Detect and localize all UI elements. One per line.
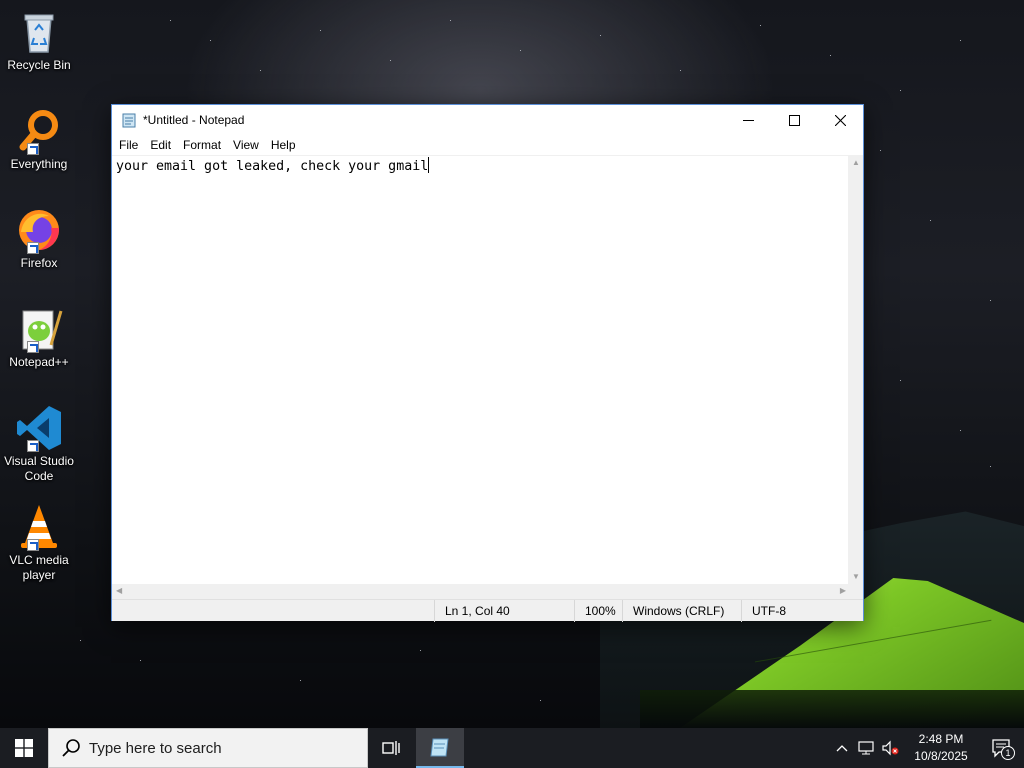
close-button[interactable] [817,105,863,135]
window-title: *Untitled - Notepad [143,113,245,127]
start-button[interactable] [0,728,48,768]
scrollbar-corner [848,584,863,599]
vscode-icon [15,404,63,452]
desktop-icon-recycle-bin[interactable]: Recycle Bin [2,8,76,73]
menu-edit[interactable]: Edit [144,138,177,152]
task-view-icon [382,741,400,755]
menu-help[interactable]: Help [265,138,302,152]
action-center-button[interactable]: 1 [980,728,1024,768]
show-hidden-icons-button[interactable] [830,728,854,768]
scroll-down-icon[interactable]: ▼ [852,572,860,581]
menu-bar: File Edit Format View Help [112,135,863,155]
system-tray: 2:48 PM 10/8/2025 1 [830,728,1024,768]
clock-time: 2:48 PM [918,732,964,746]
status-line-ending: Windows (CRLF) [622,600,742,622]
title-bar[interactable]: *Untitled - Notepad [112,105,863,135]
taskbar-search-box[interactable]: Type here to search [48,728,368,768]
close-icon [834,114,846,126]
desktop-icon-label: Notepad++ [9,355,69,369]
clock[interactable]: 2:48 PM 10/8/2025 [902,731,980,765]
firefox-icon [15,206,63,254]
menu-format[interactable]: Format [177,138,227,152]
network-icon [858,741,874,755]
notification-count-badge: 1 [1001,746,1015,760]
scroll-up-icon[interactable]: ▲ [852,158,860,167]
desktop-icon-vlc[interactable]: VLC media player [2,503,76,583]
horizontal-scrollbar[interactable]: ◀ ▶ [112,584,850,599]
vertical-scrollbar[interactable]: ▲ ▼ [848,155,863,584]
shortcut-arrow-icon [27,242,39,254]
volume-muted-icon [882,740,899,756]
desktop-icon-label: Everything [10,157,68,171]
status-bar: Ln 1, Col 40 100% Windows (CRLF) UTF-8 [112,599,863,622]
maximize-icon [788,114,800,126]
menu-file[interactable]: File [113,138,144,152]
notepad-app-icon [122,113,136,128]
shortcut-arrow-icon [27,440,39,452]
desktop-icon-firefox[interactable]: Firefox [2,206,76,271]
shortcut-arrow-icon [27,539,39,551]
status-encoding: UTF-8 [741,600,851,622]
search-placeholder: Type here to search [89,739,222,757]
text-caret [428,157,430,173]
minimize-icon [742,119,754,121]
desktop-icon-notepadpp[interactable]: Notepad++ [2,305,76,370]
text-editor[interactable]: your email got leaked, check your gmail [112,155,850,584]
clock-date: 10/8/2025 [914,749,968,763]
scroll-left-icon[interactable]: ◀ [116,586,122,595]
maximize-button[interactable] [771,105,817,135]
desktop-icon-vscode[interactable]: Visual Studio Code [2,404,76,484]
desktop-icon-label: Firefox [20,256,58,270]
notepad-taskbar-icon [430,738,449,757]
taskbar-notepad-button[interactable] [416,728,464,768]
shortcut-arrow-icon [27,143,39,155]
desktop-icon-label: VLC media player [9,553,69,582]
vlc-icon [15,503,63,551]
everything-search-icon [15,107,63,155]
scroll-right-icon[interactable]: ▶ [840,586,846,595]
windows-logo-icon [15,739,33,757]
taskbar: Type here to search 2:48 PM 10/8/2025 1 [0,728,1024,768]
grass [640,690,1024,730]
network-button[interactable] [854,728,878,768]
notepadpp-icon [15,305,63,353]
menu-view[interactable]: View [227,138,265,152]
status-zoom: 100% [574,600,624,622]
notepad-window[interactable]: *Untitled - Notepad File Edit Format Vie… [111,104,864,622]
shortcut-arrow-icon [27,341,39,353]
editor-text: your email got leaked, check your gmail [116,159,429,174]
minimize-button[interactable] [725,105,771,135]
search-icon [62,739,80,757]
recycle-bin-icon [15,8,63,56]
desktop-icon-label: Visual Studio Code [4,454,74,483]
task-view-button[interactable] [368,728,416,768]
chevron-up-icon [836,745,848,752]
status-position: Ln 1, Col 40 [434,600,574,622]
volume-button[interactable] [878,728,902,768]
desktop-icon-everything[interactable]: Everything [2,107,76,172]
desktop-icon-label: Recycle Bin [7,58,71,72]
